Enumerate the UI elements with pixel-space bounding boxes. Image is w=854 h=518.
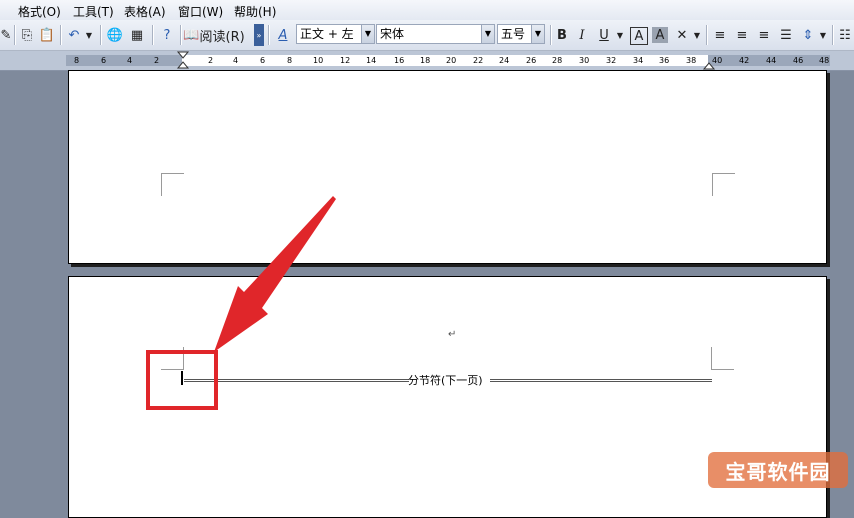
styles-pane-icon[interactable]: A: [273, 24, 293, 46]
undo-icon[interactable]: ↶: [66, 24, 82, 46]
section-break-line: [490, 379, 712, 382]
page-corner-mark: [712, 173, 735, 196]
page-corner-mark: [711, 347, 734, 370]
ruler-tick-label: 4: [127, 56, 133, 65]
ruler-tick-label: 22: [473, 56, 484, 65]
ruler-tick-label: 38: [686, 56, 697, 65]
toolbar-separator: [268, 25, 269, 45]
character-scaling-icon[interactable]: ✕: [673, 24, 691, 46]
toolbar-separator: [100, 25, 101, 45]
ruler-tick-label: 8: [287, 56, 293, 65]
table-icon[interactable]: ▦: [128, 24, 146, 46]
ruler-tick-label: 20: [446, 56, 457, 65]
read-mode-button[interactable]: 📖 阅读(R): [183, 24, 245, 46]
paste-icon[interactable]: 📋: [38, 24, 56, 46]
toolbar-separator: [60, 25, 61, 45]
underline-button[interactable]: U: [595, 24, 613, 46]
style-dropdown-icon[interactable]: ▼: [361, 24, 375, 44]
ruler-tick-label: 44: [766, 56, 777, 65]
menu-tools[interactable]: 工具(T): [73, 3, 114, 20]
ruler-tick-label: 36: [659, 56, 670, 65]
ruler-tick-label: 8: [74, 56, 80, 65]
watermark-logo: 宝哥软件园: [708, 452, 848, 488]
paragraph-mark: ↵: [448, 329, 457, 340]
spelling-icon[interactable]: ✎: [0, 24, 12, 46]
underline-dropdown-icon[interactable]: ▼: [615, 24, 625, 46]
toolbar-separator: [550, 25, 551, 45]
ruler-tick-label: 4: [233, 56, 239, 65]
ruler-tick-label: 42: [739, 56, 750, 65]
align-center-icon[interactable]: ≡: [732, 24, 752, 46]
ruler-tick-label: 14: [366, 56, 377, 65]
undo-dropdown-icon[interactable]: ▼: [84, 24, 94, 46]
align-right-icon[interactable]: ≡: [754, 24, 774, 46]
italic-button[interactable]: I: [573, 24, 591, 46]
ruler-tick-label: 12: [340, 56, 351, 65]
font-size-select[interactable]: 五号: [497, 24, 532, 44]
toolbar-separator: [706, 25, 707, 45]
toolbar-separator: [152, 25, 153, 45]
scaling-dropdown-icon[interactable]: ▼: [692, 24, 702, 46]
copy-icon[interactable]: ⎘: [18, 24, 36, 46]
ruler-tick-label: 16: [394, 56, 405, 65]
document-page-1[interactable]: [68, 70, 827, 264]
ruler-tick-label: 6: [260, 56, 266, 65]
formatting-toolbar: ✎ ⎘ 📋 ↶ ▼ 🌐 ▦ ? 📖 阅读(R) » A 正文 + 左 ▼ 宋体 ▼…: [0, 20, 854, 51]
justify-icon[interactable]: ≡: [710, 24, 730, 46]
menu-window[interactable]: 窗口(W): [178, 3, 223, 20]
ruler-tick-label: 46: [793, 56, 804, 65]
ruler-tick-label: 30: [579, 56, 590, 65]
toolbar-separator: [14, 25, 15, 45]
ruler-tick-label: 48: [819, 56, 830, 65]
line-spacing-icon[interactable]: ⇕: [798, 24, 818, 46]
menu-bar: 格式(O) 工具(T) 表格(A) 窗口(W) 帮助(H): [0, 0, 854, 21]
numbering-icon[interactable]: ☷: [836, 24, 854, 46]
character-border-button[interactable]: A: [630, 27, 648, 45]
toolbar-options-icon[interactable]: »: [254, 24, 264, 46]
help-icon[interactable]: ?: [158, 24, 176, 46]
indent-marker-icon[interactable]: [176, 51, 190, 70]
character-shading-button[interactable]: A: [652, 27, 668, 43]
ruler-tick-label: 28: [552, 56, 563, 65]
book-icon: 📖: [183, 27, 200, 43]
ruler-tick-label: 18: [420, 56, 431, 65]
font-size-dropdown-icon[interactable]: ▼: [531, 24, 545, 44]
hyperlink-icon[interactable]: 🌐: [106, 24, 124, 46]
highlight-box: [146, 350, 218, 410]
font-select[interactable]: 宋体: [376, 24, 482, 44]
toolbar-separator: [832, 25, 833, 45]
ruler-tick-label: 26: [526, 56, 537, 65]
ruler-tick-label: 32: [606, 56, 617, 65]
line-spacing-dropdown-icon[interactable]: ▼: [818, 24, 828, 46]
font-dropdown-icon[interactable]: ▼: [481, 24, 495, 44]
toolbar-separator: [180, 25, 181, 45]
ruler-tick-label: 10: [313, 56, 324, 65]
bold-button[interactable]: B: [553, 24, 571, 46]
menu-format[interactable]: 格式(O): [18, 3, 61, 20]
menu-help[interactable]: 帮助(H): [234, 3, 276, 20]
distributed-icon[interactable]: ☰: [776, 24, 796, 46]
right-indent-marker-icon[interactable]: [703, 62, 715, 70]
ruler-tick-label: 2: [208, 56, 214, 65]
ruler-tick-label: 34: [633, 56, 644, 65]
ruler-tick-label: 6: [101, 56, 107, 65]
section-break-label[interactable]: 分节符(下一页): [408, 372, 483, 388]
ruler-tick-label: 2: [154, 56, 160, 65]
ruler-tick-label: 24: [499, 56, 510, 65]
ruler-left-margin: [66, 55, 182, 66]
menu-table[interactable]: 表格(A): [124, 3, 166, 20]
style-select[interactable]: 正文 + 左: [296, 24, 362, 44]
page-corner-mark: [161, 173, 184, 196]
horizontal-ruler[interactable]: 8 6 4 2 2 4 6 8 10 12 14 16 18 20 22 24 26 28 30 32 34 36 38 40…: [0, 51, 854, 71]
read-mode-label: 阅读(R): [199, 29, 245, 45]
